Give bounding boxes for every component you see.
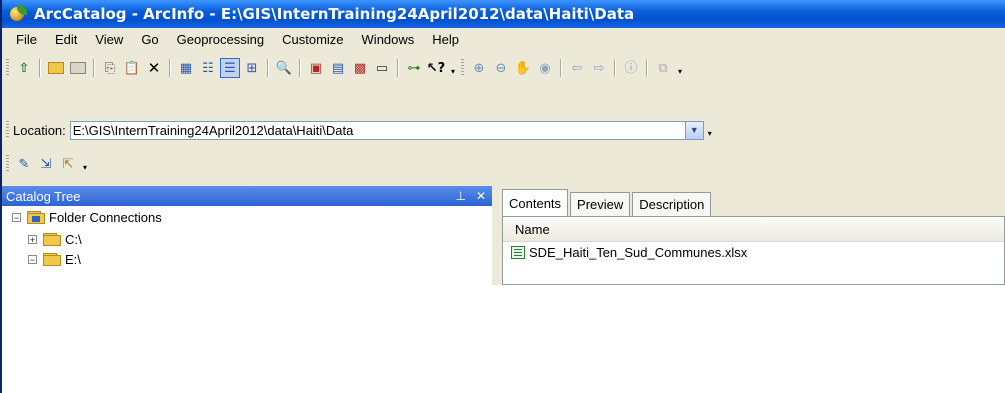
tree-node-label: C:\ — [65, 231, 82, 247]
zoom-out-icon[interactable]: ⊖ — [491, 58, 511, 78]
toolbar-overflow-icon[interactable]: ▾ — [449, 60, 457, 76]
catalog-tree-header: Catalog Tree ⊥ ✕ — [2, 186, 492, 206]
search-icon[interactable]: 🔍 — [274, 58, 294, 78]
metadata-export-icon[interactable]: ⇱ — [58, 154, 78, 174]
disconnect-folder-icon[interactable] — [68, 58, 88, 78]
list-item-label: SDE_Haiti_Ten_Sud_Communes.xlsx — [529, 244, 748, 260]
tab-description[interactable]: Description — [632, 192, 712, 216]
up-one-level-icon[interactable]: ⇧ — [14, 58, 34, 78]
column-header-label: Name — [515, 221, 550, 237]
identify-icon[interactable]: ⓘ — [621, 58, 641, 78]
column-header-name[interactable]: Name — [503, 217, 1004, 242]
toolbar-grip[interactable] — [6, 155, 9, 173]
folder-icon — [43, 252, 61, 266]
toolbar-overflow-icon[interactable]: ▾ — [81, 156, 89, 172]
tree-node-e-drive[interactable]: − E:\ — [2, 248, 492, 270]
collapse-icon[interactable]: − — [12, 212, 21, 222]
contents-list: Name SDE_Haiti_Ten_Sud_Communes.xlsx — [502, 216, 1005, 285]
table-file-icon — [511, 245, 525, 259]
metadata-import-icon[interactable]: ⇲ — [36, 154, 56, 174]
menu-bar: File Edit View Go Geoprocessing Customiz… — [2, 28, 1005, 50]
arccatalog-app-icon — [10, 5, 28, 23]
tree-node-label: Folder Connections — [49, 209, 162, 225]
content-panel: Contents Preview Description Name SDE_Ha… — [500, 186, 1005, 285]
tree-node-label: E:\ — [65, 251, 81, 267]
list-icon[interactable]: ☷ — [198, 58, 218, 78]
menu-geoprocessing[interactable]: Geoprocessing — [169, 32, 274, 47]
details-icon[interactable]: ☰ — [220, 58, 240, 78]
pan-icon[interactable]: ✋ — [513, 58, 533, 78]
window-title: ArcCatalog - ArcInfo - E:\GIS\InternTrai… — [34, 5, 635, 23]
chevron-down-icon[interactable]: ▼ — [684, 121, 703, 139]
zoom-in-icon[interactable]: ⊕ — [469, 58, 489, 78]
expand-icon[interactable]: + — [28, 234, 37, 244]
catalog-window-icon[interactable]: ▤ — [328, 58, 348, 78]
location-toolbar: Location: E:\GIS\InternTraining24April20… — [2, 117, 1005, 143]
tab-contents[interactable]: Contents — [502, 189, 569, 216]
toolbar-grip[interactable] — [461, 59, 464, 77]
menu-view[interactable]: View — [87, 32, 133, 47]
toolbar-grip[interactable] — [6, 121, 9, 139]
toolbar-overflow-icon[interactable]: ▾ — [706, 122, 714, 138]
catalog-tree-title: Catalog Tree — [6, 188, 81, 204]
tree-node-folder-connections[interactable]: − Folder Connections — [2, 206, 492, 228]
collapse-icon[interactable]: − — [28, 254, 37, 264]
location-combobox[interactable]: E:\GIS\InternTraining24April2012\data\Ha… — [69, 120, 704, 140]
tab-preview[interactable]: Preview — [570, 192, 631, 216]
title-bar: ArcCatalog - ArcInfo - E:\GIS\InternTrai… — [2, 0, 1005, 28]
pin-icon[interactable]: ⊥ — [455, 189, 465, 203]
tree-node-c-drive[interactable]: + C:\ — [2, 228, 492, 250]
menu-customize[interactable]: Customize — [274, 32, 353, 47]
folder-icon — [43, 232, 61, 246]
thumbnails-icon[interactable]: ⊞ — [242, 58, 262, 78]
create-thumbnail-icon[interactable]: ⧉ — [653, 58, 673, 78]
standard-toolbar: ⇧ ⎘ 📋 ✕ ▦ ☷ ☰ ⊞ 🔍 ▣ ▤ ▩ ▭ ⊶ ↖? ▾ ⊕ ⊖ ✋ ◉… — [2, 53, 1005, 83]
list-item[interactable]: SDE_Haiti_Ten_Sud_Communes.xlsx — [503, 242, 1004, 262]
menu-help[interactable]: Help — [424, 32, 469, 47]
arccatalog-window: ArcCatalog - ArcInfo - E:\GIS\InternTrai… — [0, 0, 1005, 285]
location-input[interactable]: E:\GIS\InternTraining24April2012\data\Ha… — [73, 123, 354, 138]
python-icon[interactable]: ⊶ — [404, 58, 424, 78]
back-icon[interactable]: ⇦ — [567, 58, 587, 78]
close-icon[interactable]: ✕ — [476, 189, 486, 203]
model-icon[interactable]: ▩ — [350, 58, 370, 78]
paste-icon[interactable]: 📋 — [122, 58, 142, 78]
menu-edit[interactable]: Edit — [47, 32, 87, 47]
toolbar-grip[interactable] — [6, 59, 9, 77]
copy-icon[interactable]: ⎘ — [100, 58, 120, 78]
menu-file[interactable]: File — [8, 32, 47, 47]
arctoolbox-icon[interactable]: ▣ — [306, 58, 326, 78]
delete-icon[interactable]: ✕ — [144, 58, 164, 78]
whats-this-icon[interactable]: ↖? — [426, 58, 446, 78]
menu-go[interactable]: Go — [133, 32, 168, 47]
command-line-icon[interactable]: ▭ — [372, 58, 392, 78]
catalog-tree-panel: Catalog Tree ⊥ ✕ − Folder Connections + … — [2, 186, 492, 285]
location-toolbar — [2, 86, 1005, 112]
window-frame-edge — [0, 285, 2, 393]
forward-icon[interactable]: ⇨ — [589, 58, 609, 78]
metadata-toolbar: ✎ ⇲ ⇱ ▾ — [2, 150, 1005, 178]
large-icons-icon[interactable]: ▦ — [176, 58, 196, 78]
panel-splitter[interactable] — [492, 186, 500, 285]
metadata-edit-icon[interactable]: ✎ — [14, 154, 34, 174]
toolbar-overflow-icon[interactable]: ▾ — [676, 60, 684, 76]
menu-windows[interactable]: Windows — [354, 32, 425, 47]
full-extent-icon[interactable]: ◉ — [535, 58, 555, 78]
location-label: Location: — [13, 122, 66, 138]
folder-connections-icon — [27, 210, 45, 224]
view-tabs: Contents Preview Description — [500, 186, 1005, 216]
connect-folder-icon[interactable] — [46, 58, 66, 78]
